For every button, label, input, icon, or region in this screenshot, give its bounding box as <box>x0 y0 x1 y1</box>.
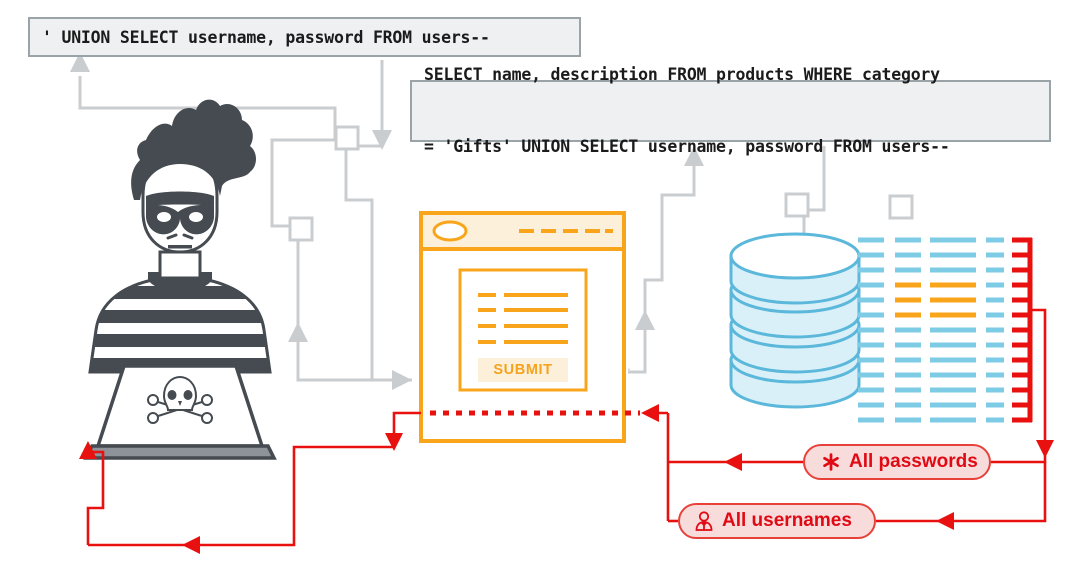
red-arrow-into-browser <box>641 404 659 422</box>
asterisk-icon <box>819 450 843 474</box>
red-comb-bracket <box>1012 237 1033 423</box>
callout-usernames-label: All usernames <box>722 510 852 531</box>
red-arrow-down-right <box>1036 440 1054 458</box>
red-path-up-to-laptop <box>86 445 105 545</box>
resulting-query-code-box: SELECT name, description FROM products W… <box>410 65 1051 156</box>
red-path-to-passwords-pill <box>991 308 1047 464</box>
red-path-to-left <box>88 445 394 547</box>
red-routing-paths <box>86 308 1047 547</box>
user-icon <box>692 509 716 533</box>
red-arrow-left-bottom <box>182 536 200 554</box>
resulting-query-line-2: = 'Gifts' UNION SELECT username, passwor… <box>424 136 950 156</box>
red-arrow-up-to-laptop <box>79 441 97 459</box>
red-arrow-left-passwords <box>724 453 742 471</box>
callout-all-usernames: All usernames <box>678 503 876 539</box>
sql-injection-diagram: SUBMIT ' UNION SELECT username, password… <box>0 0 1080 570</box>
callout-all-passwords: All passwords <box>803 444 991 480</box>
red-arrow-left-usernames <box>936 512 954 530</box>
resulting-query-line-1: SELECT name, description FROM products W… <box>424 65 940 85</box>
callout-passwords-label: All passwords <box>849 451 978 472</box>
